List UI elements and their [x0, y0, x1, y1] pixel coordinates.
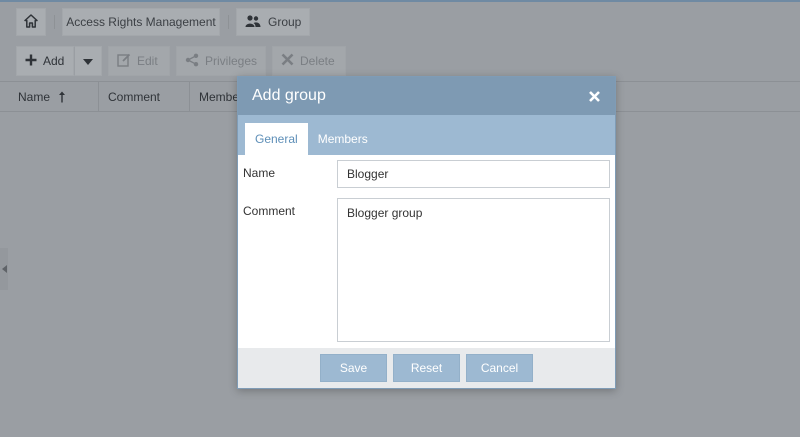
save-button[interactable]: Save [320, 354, 387, 382]
caret-left-icon [1, 262, 7, 276]
close-icon[interactable] [587, 89, 601, 103]
sort-ascending-icon [58, 91, 66, 103]
column-header-comment[interactable]: Comment [99, 82, 190, 112]
group-form: Name Blogger Comment Blogger group [238, 155, 615, 350]
comment-field[interactable]: Blogger group [337, 198, 610, 342]
breadcrumb-separator [228, 15, 229, 29]
breadcrumb-separator [54, 15, 55, 29]
privileges-button-label: Privileges [205, 54, 258, 68]
edit-button-label: Edit [137, 54, 158, 68]
dialog-tabs: General Members [238, 115, 615, 155]
dialog-title: Add group [252, 87, 326, 104]
column-header-comment-label: Comment [108, 90, 161, 104]
dialog-footer: Save Reset Cancel [238, 348, 615, 388]
dialog-header: Add group [238, 77, 615, 115]
delete-button-label: Delete [300, 54, 335, 68]
breadcrumb-group-label: Group [268, 15, 302, 29]
caret-down-icon [83, 54, 93, 68]
add-button[interactable]: Add [16, 46, 74, 76]
reset-button[interactable]: Reset [393, 354, 460, 382]
tab-general[interactable]: General [245, 123, 308, 155]
name-field[interactable]: Blogger [337, 160, 610, 188]
users-icon [245, 14, 261, 30]
delete-x-icon [281, 53, 294, 69]
add-button-label: Add [43, 54, 65, 68]
name-field-label: Name [243, 166, 276, 180]
column-header-name-label: Name [18, 90, 51, 104]
edit-button[interactable]: Edit [108, 46, 170, 76]
breadcrumb: Access Rights Management Group [0, 0, 800, 42]
add-group-dialog: Add group General Members Name Blogger C… [237, 76, 616, 389]
home-button[interactable] [16, 8, 46, 36]
name-field-value: Blogger [347, 167, 389, 181]
comment-field-value: Blogger group [347, 206, 423, 220]
delete-button[interactable]: Delete [272, 46, 346, 76]
side-panel-toggle[interactable] [0, 248, 8, 290]
tab-members[interactable]: Members [308, 123, 378, 155]
breadcrumb-access-rights-label: Access Rights Management [66, 15, 216, 29]
breadcrumb-access-rights[interactable]: Access Rights Management [62, 8, 220, 36]
home-icon [24, 13, 38, 31]
column-header-name[interactable]: Name [0, 82, 99, 112]
breadcrumb-group[interactable]: Group [236, 8, 310, 36]
edit-icon [117, 53, 131, 70]
comment-field-label: Comment [243, 204, 296, 218]
share-icon [185, 53, 199, 70]
privileges-button[interactable]: Privileges [176, 46, 266, 76]
plus-icon [25, 54, 37, 69]
add-dropdown-button[interactable] [74, 46, 102, 76]
cancel-button[interactable]: Cancel [466, 354, 533, 382]
